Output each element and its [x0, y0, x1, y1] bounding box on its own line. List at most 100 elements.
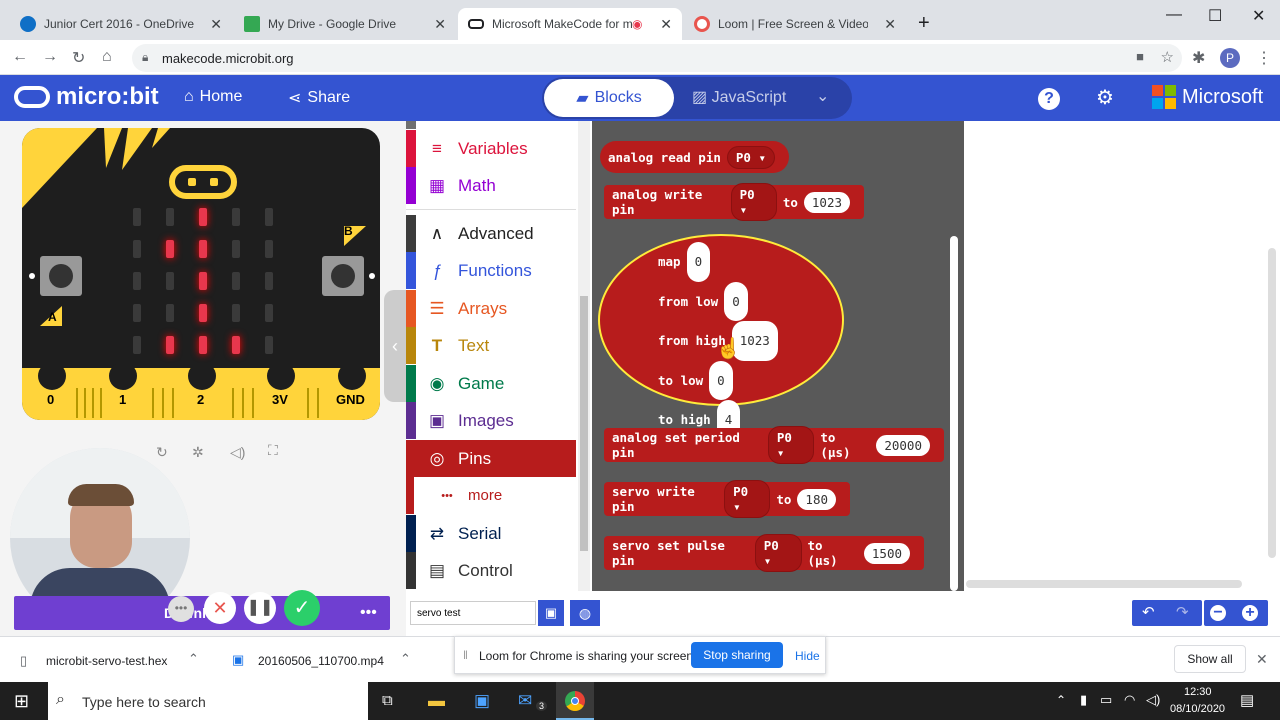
undo-icon[interactable]: ↶	[1142, 603, 1155, 621]
workspace-vscroll[interactable]	[1268, 248, 1276, 558]
home-icon[interactable]: ⌂	[102, 48, 112, 66]
star-icon[interactable]: ☆	[1161, 48, 1174, 66]
toolbox-serial[interactable]: ⇄ Serial	[406, 515, 576, 552]
pulse-input[interactable]: 1500	[863, 542, 910, 564]
microbit-logo[interactable]: micro:bit	[14, 83, 159, 111]
angle-input[interactable]: 180	[797, 488, 836, 510]
sound-icon[interactable]: ◁)	[230, 444, 245, 461]
loom-finish-icon[interactable]: ✓	[284, 590, 320, 626]
share-button[interactable]: ⋖ Share	[288, 88, 350, 108]
network-icon[interactable]: ▮	[1080, 692, 1087, 708]
pin-dropdown[interactable]: P0 ▾	[726, 145, 776, 169]
map-value-input[interactable]: 0	[686, 242, 711, 282]
chevron-up-icon[interactable]: ⌃	[1056, 693, 1066, 707]
save-icon[interactable]: ▣	[538, 600, 564, 626]
store-icon[interactable]: ▣	[474, 691, 490, 711]
download-item-hex[interactable]: microbit-servo-test.hex	[46, 654, 167, 668]
extensions-icon[interactable]: ✱	[1192, 48, 1205, 68]
block-servo-set-pulse[interactable]: servo set pulse pin P0 ▾ to (µs) 1500	[604, 534, 924, 572]
drag-handle-icon[interactable]: ‖	[463, 648, 468, 662]
flyout-scrollbar[interactable]	[950, 236, 958, 591]
block-servo-write[interactable]: servo write pin P0 ▾ to 180	[604, 480, 850, 518]
zoom-in-icon[interactable]: +	[1242, 605, 1258, 621]
taskbar-search-box[interactable]: ⌕ Type here to search	[48, 682, 368, 720]
fullscreen-icon[interactable]: ⛶	[268, 442, 278, 459]
pin-dropdown[interactable]: P0 ▾	[724, 480, 771, 518]
zoom-out-icon[interactable]: −	[1210, 605, 1226, 621]
help-icon[interactable]: ?	[1038, 88, 1060, 110]
close-icon[interactable]: ✕	[1256, 651, 1268, 668]
block-analog-read[interactable]: analog read pin P0 ▾	[600, 141, 790, 173]
toolbox-pins[interactable]: ◎ Pins	[406, 440, 576, 477]
close-window-button[interactable]: ✕	[1252, 6, 1265, 26]
battery-icon[interactable]: ▭	[1100, 692, 1112, 708]
github-icon[interactable]: ◍	[570, 600, 600, 626]
hide-button[interactable]: Hide	[795, 649, 820, 663]
period-input[interactable]: 20000	[876, 434, 930, 456]
toolbox-scrollbar[interactable]	[578, 121, 590, 591]
chevron-up-icon[interactable]: ⌃	[400, 651, 411, 667]
mail-icon[interactable]: ✉	[518, 691, 532, 711]
task-view-icon[interactable]: ⧉	[382, 692, 393, 709]
minimize-button[interactable]: —	[1166, 6, 1182, 24]
toolbox-math[interactable]: ▦ Math	[406, 167, 576, 204]
tab-makecode[interactable]: Microsoft MakeCode for mic ◉ ✕	[458, 8, 682, 40]
tab-onedrive[interactable]: Junior Cert 2016 - OneDrive ✕	[10, 8, 232, 40]
show-all-button[interactable]: Show all	[1174, 645, 1246, 673]
reload-button[interactable]: ↻	[72, 48, 85, 68]
loom-cancel-icon[interactable]: ✕	[204, 592, 236, 624]
blocks-button[interactable]: ▰ Blocks	[544, 79, 674, 117]
back-button[interactable]: ←	[12, 48, 28, 66]
loom-more-icon[interactable]: •••	[168, 596, 194, 622]
microsoft-logo[interactable]: Microsoft	[1152, 85, 1263, 109]
toolbox-images[interactable]: ▣ Images	[406, 402, 576, 439]
workspace-hscroll[interactable]	[966, 580, 1242, 588]
home-button[interactable]: ⌂ Home	[184, 88, 242, 106]
tab-google-drive[interactable]: My Drive - Google Drive ✕	[234, 8, 456, 40]
menu-icon[interactable]: ⋮	[1256, 48, 1272, 68]
collapse-simulator-button[interactable]: ‹	[384, 290, 406, 402]
download-button[interactable]: Download •••	[14, 596, 390, 630]
pin-dropdown[interactable]: P0 ▾	[767, 426, 815, 464]
toolbox-pins-more[interactable]: ••• more	[406, 477, 576, 514]
pin-dropdown[interactable]: P0 ▾	[730, 183, 777, 221]
loom-pause-icon[interactable]: ❚❚	[244, 592, 276, 624]
camera-icon[interactable]: ■	[1136, 49, 1144, 64]
clock-date[interactable]: 08/10/2020	[1170, 703, 1225, 715]
close-icon[interactable]: ✕	[210, 16, 222, 33]
to-low-input[interactable]: 0	[709, 360, 733, 401]
toolbox-text[interactable]: T Text	[406, 327, 576, 364]
project-name-input[interactable]	[410, 601, 536, 625]
toolbox-variables[interactable]: ≡ Variables	[406, 130, 576, 167]
pin-dropdown[interactable]: P0 ▾	[754, 534, 802, 572]
debug-icon[interactable]: ✲	[192, 444, 204, 461]
from-low-input[interactable]: 0	[724, 281, 748, 322]
close-icon[interactable]: ✕	[434, 16, 446, 33]
stop-sharing-button[interactable]: Stop sharing	[691, 642, 783, 668]
close-icon[interactable]: ✕	[884, 16, 896, 33]
gear-icon[interactable]: ⚙	[1096, 85, 1114, 110]
toolbox-control[interactable]: ▤ Control	[406, 552, 576, 589]
forward-button[interactable]: →	[42, 48, 58, 66]
microbit-simulator[interactable]: A B	[22, 128, 380, 420]
more-icon[interactable]: •••	[360, 604, 377, 622]
value-input[interactable]: 1023	[803, 191, 850, 213]
file-explorer-icon[interactable]: ▬	[428, 691, 445, 711]
close-icon[interactable]: ✕	[660, 16, 672, 33]
block-analog-write[interactable]: analog write pin P0 ▾ to 1023	[604, 183, 864, 221]
windows-start-icon[interactable]: ⊞	[14, 691, 29, 712]
wifi-icon[interactable]: ◠	[1124, 692, 1135, 708]
toolbox-game[interactable]: ◉ Game	[406, 365, 576, 402]
new-tab-button[interactable]: +	[918, 12, 930, 35]
volume-icon[interactable]: ◁)	[1146, 692, 1160, 708]
toolbox-arrays[interactable]: ☰ Arrays	[406, 290, 576, 327]
notifications-icon[interactable]: ▤	[1240, 691, 1254, 709]
profile-avatar[interactable]: P	[1220, 48, 1240, 68]
clock-time[interactable]: 12:30	[1184, 686, 1212, 698]
maximize-button[interactable]: ☐	[1208, 6, 1222, 26]
toolbox-functions[interactable]: ƒ Functions	[406, 252, 576, 289]
javascript-button[interactable]: ▨ JavaScript	[692, 87, 786, 107]
chevron-down-icon[interactable]: ⌄	[816, 86, 829, 106]
redo-icon[interactable]: ↷	[1176, 603, 1189, 621]
block-analog-set-period[interactable]: analog set period pin P0 ▾ to (µs) 20000	[604, 426, 944, 464]
